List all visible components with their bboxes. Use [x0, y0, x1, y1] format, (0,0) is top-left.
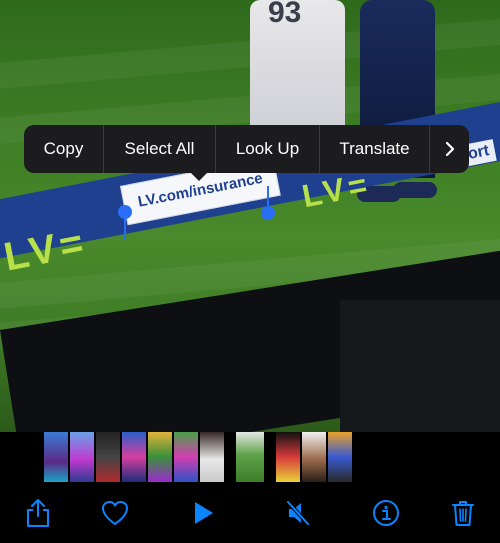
heart-icon [102, 501, 128, 525]
share-button[interactable] [23, 498, 53, 528]
selection-handle-start[interactable] [118, 205, 132, 219]
thumbnail[interactable] [302, 432, 326, 482]
menu-select-all[interactable]: Select All [104, 125, 216, 173]
jersey-number: 93 [268, 0, 302, 29]
trash-icon [452, 501, 474, 526]
share-icon [27, 499, 49, 527]
thumbnail[interactable] [174, 432, 198, 482]
thumbnail-selected[interactable] [236, 432, 264, 482]
menu-pointer [190, 172, 208, 181]
thumbnail[interactable] [96, 432, 120, 482]
thumbnail[interactable] [122, 432, 146, 482]
thumbnail[interactable] [328, 432, 352, 482]
thumbnail[interactable] [44, 432, 68, 482]
menu-more-button[interactable] [430, 125, 469, 173]
text-context-menu: Copy Select All Look Up Translate [24, 125, 469, 173]
selection-handle-end[interactable] [261, 206, 275, 220]
info-button[interactable] [371, 498, 401, 528]
play-icon [195, 502, 213, 524]
shoe [393, 182, 437, 198]
info-icon [373, 500, 399, 526]
photo-view[interactable]: 93 LV= LV= ort LV.com/insurance [0, 0, 500, 432]
thumbnail[interactable] [70, 432, 94, 482]
favorite-button[interactable] [100, 498, 130, 528]
thumbnail[interactable] [148, 432, 172, 482]
delete-button[interactable] [448, 498, 478, 528]
mute-button[interactable] [283, 498, 313, 528]
menu-translate[interactable]: Translate [320, 125, 430, 173]
chevron-right-icon [445, 141, 454, 157]
menu-copy[interactable]: Copy [24, 125, 104, 173]
thumbnail[interactable] [200, 432, 224, 482]
speaker-muted-icon [286, 500, 310, 526]
play-button[interactable] [188, 498, 218, 528]
thumbnail[interactable] [276, 432, 300, 482]
thumbnail-strip[interactable] [0, 432, 500, 488]
menu-look-up[interactable]: Look Up [216, 125, 320, 173]
stand-seating [340, 300, 500, 432]
bottom-toolbar [0, 488, 500, 543]
